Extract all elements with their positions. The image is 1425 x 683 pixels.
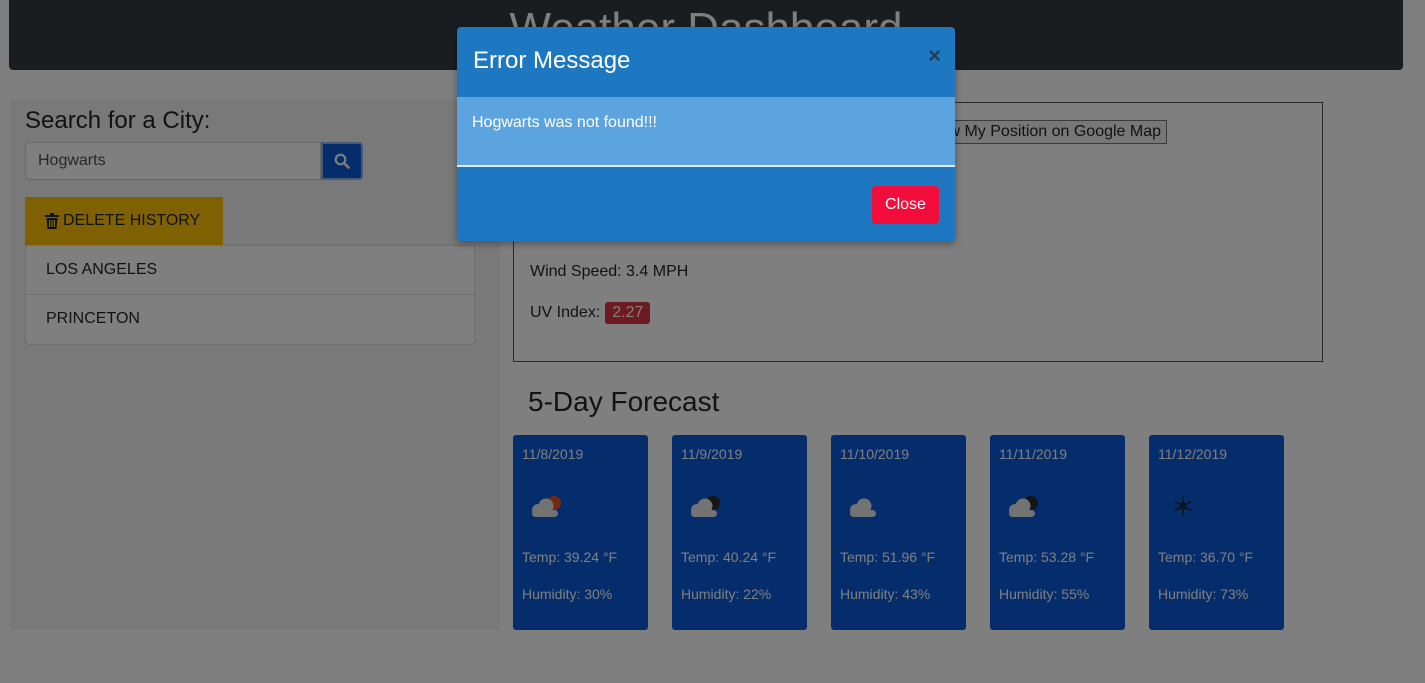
modal-title: Error Message <box>473 47 631 74</box>
modal-body: Hogwarts was not found!!! <box>457 97 955 167</box>
close-button[interactable]: Close <box>872 186 939 224</box>
close-icon[interactable]: × <box>928 45 941 67</box>
error-modal: Error Message × Hogwarts was not found!!… <box>457 27 955 241</box>
error-message: Hogwarts was not found!!! <box>472 114 657 131</box>
